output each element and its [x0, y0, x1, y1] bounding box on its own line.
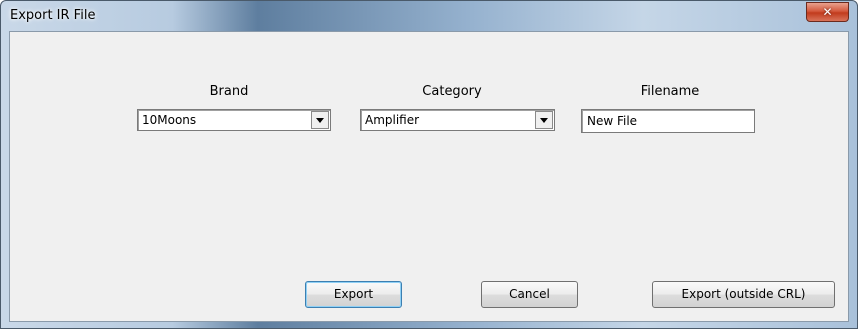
export-outside-crl-button[interactable]: Export (outside CRL) — [652, 281, 835, 308]
category-label: Category — [422, 84, 482, 99]
close-icon: ✕ — [822, 5, 833, 19]
brand-selected-value: 10Moons — [142, 113, 197, 127]
dialog-body: Brand 10Moons Category Amplifier Filenam… — [9, 31, 849, 322]
export-button[interactable]: Export — [305, 281, 402, 308]
chevron-down-icon[interactable] — [311, 111, 329, 129]
cancel-button[interactable]: Cancel — [481, 281, 578, 308]
filename-input[interactable] — [581, 109, 755, 133]
title-bar[interactable]: Export IR File ✕ — [1, 1, 857, 31]
brand-dropdown[interactable]: 10Moons — [137, 109, 331, 131]
brand-label: Brand — [209, 84, 249, 99]
export-ir-file-dialog: Export IR File ✕ Brand 10Moons Category … — [0, 0, 858, 329]
category-dropdown[interactable]: Amplifier — [360, 109, 555, 131]
chevron-down-icon[interactable] — [535, 111, 553, 129]
filename-label: Filename — [640, 84, 700, 99]
window-title: Export IR File — [10, 8, 96, 23]
close-button[interactable]: ✕ — [806, 2, 849, 22]
category-selected-value: Amplifier — [365, 113, 420, 127]
